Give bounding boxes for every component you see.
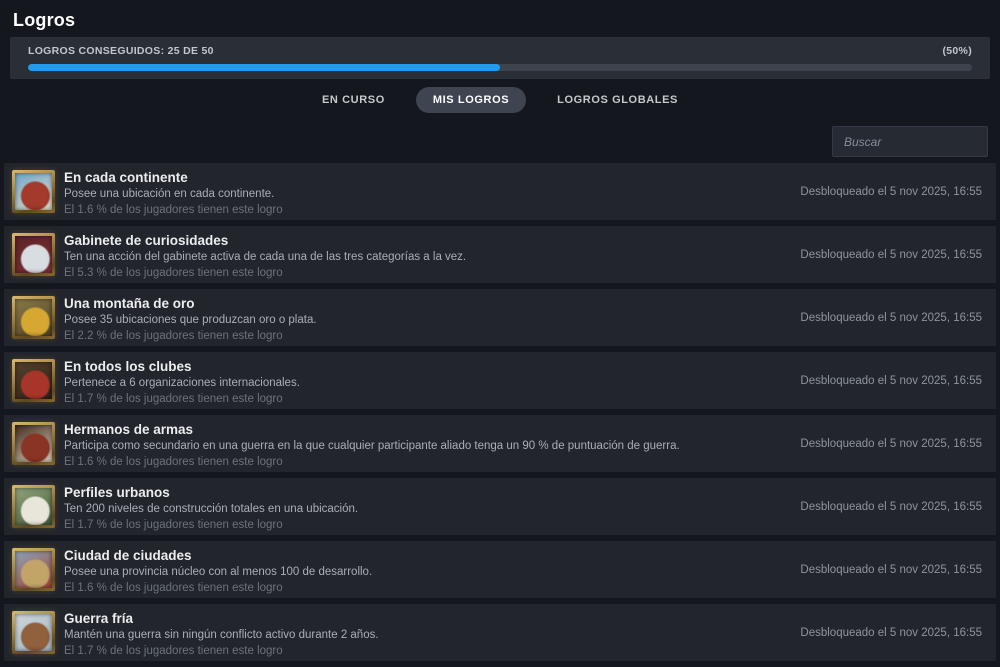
achievement-row[interactable]: Una montaña de oro Posee 35 ubicaciones … [4, 289, 996, 346]
achievements-tab-bar: EN CURSO MIS LOGROS LOGROS GLOBALES [0, 87, 1000, 113]
achievement-icon [12, 296, 55, 339]
achievement-title: En cada continente [64, 170, 188, 185]
achievement-rarity: El 1.7 % de los jugadores tienen este lo… [64, 645, 283, 657]
explorer-ship-icon [15, 173, 52, 210]
winter-bird-icon [15, 614, 52, 651]
achievement-rarity: El 1.7 % de los jugadores tienen este lo… [64, 393, 283, 405]
achievement-icon [12, 233, 55, 276]
achievement-icon [12, 485, 55, 528]
achievement-icon [12, 170, 55, 213]
achievement-icon [12, 548, 55, 591]
achievement-rarity: El 1.6 % de los jugadores tienen este lo… [64, 204, 283, 216]
achievement-unlock-date: Desbloqueado el 5 nov 2025, 16:55 [800, 185, 982, 198]
achievement-row[interactable]: Guerra fría Mantén una guerra sin ningún… [4, 604, 996, 661]
achievement-description: Ten una acción del gabinete activa de ca… [64, 251, 467, 263]
achievement-title: Una montaña de oro [64, 296, 195, 311]
cabinet-dove-icon [15, 236, 52, 273]
achievement-description: Ten 200 niveles de construcción totales … [64, 503, 359, 515]
progress-percent: (50%) [942, 45, 972, 57]
achievement-row[interactable]: Hermanos de armas Participa como secunda… [4, 415, 996, 472]
page-title: Logros [13, 10, 76, 30]
city-scene-icon [15, 551, 52, 588]
gold-pile-icon [15, 299, 52, 336]
achievement-title: En todos los clubes [64, 359, 192, 374]
achievement-row[interactable]: Gabinete de curiosidades Ten una acción … [4, 226, 996, 283]
achievement-unlock-date: Desbloqueado el 5 nov 2025, 16:55 [800, 374, 982, 387]
search-input[interactable] [832, 126, 988, 157]
achievement-rarity: El 1.7 % de los jugadores tienen este lo… [64, 519, 283, 531]
achievement-title: Ciudad de ciudades [64, 548, 192, 563]
achievements-list: En cada continente Posee una ubicación e… [4, 163, 996, 667]
progress-bar-track [28, 64, 972, 71]
achievement-rarity: El 2.2 % de los jugadores tienen este lo… [64, 330, 283, 342]
achievement-unlock-date: Desbloqueado el 5 nov 2025, 16:55 [800, 437, 982, 450]
achievement-description: Pertenece a 6 organizaciones internacion… [64, 377, 300, 389]
progress-label: LOGROS CONSEGUIDOS: 25 DE 50 [28, 45, 214, 57]
achievement-row[interactable]: En cada continente Posee una ubicación e… [4, 163, 996, 220]
achievement-unlock-date: Desbloqueado el 5 nov 2025, 16:55 [800, 563, 982, 576]
achievement-icon [12, 611, 55, 654]
achievement-rarity: El 1.6 % de los jugadores tienen este lo… [64, 582, 283, 594]
achievement-row[interactable]: Perfiles urbanos Ten 200 niveles de cons… [4, 478, 996, 535]
achievement-description: Posee una ubicación en cada continente. [64, 188, 275, 200]
achievement-description: Posee una provincia núcleo con al menos … [64, 566, 373, 578]
achievement-title: Gabinete de curiosidades [64, 233, 229, 248]
tab-mis-logros[interactable]: MIS LOGROS [415, 87, 527, 113]
achievement-rarity: El 1.6 % de los jugadores tienen este lo… [64, 456, 283, 468]
achievement-description: Posee 35 ubicaciones que produzcan oro o… [64, 314, 317, 326]
achievement-unlock-date: Desbloqueado el 5 nov 2025, 16:55 [800, 248, 982, 261]
achievement-description: Participa como secundario en una guerra … [64, 440, 680, 452]
green-emblem-icon [15, 488, 52, 525]
clasped-arms-icon [15, 425, 52, 462]
achievement-unlock-date: Desbloqueado el 5 nov 2025, 16:55 [800, 311, 982, 324]
achievement-unlock-date: Desbloqueado el 5 nov 2025, 16:55 [800, 626, 982, 639]
red-cap-figure-icon [15, 362, 52, 399]
achievements-progress-panel: LOGROS CONSEGUIDOS: 25 DE 50 (50%) [10, 37, 990, 79]
tab-logros-globales[interactable]: LOGROS GLOBALES [540, 87, 695, 113]
achievement-rarity: El 5.3 % de los jugadores tienen este lo… [64, 267, 283, 279]
achievement-title: Hermanos de armas [64, 422, 194, 437]
progress-bar-fill [28, 64, 500, 71]
tab-en-curso[interactable]: EN CURSO [305, 87, 402, 113]
achievement-description: Mantén una guerra sin ningún conflicto a… [64, 629, 379, 641]
achievement-unlock-date: Desbloqueado el 5 nov 2025, 16:55 [800, 500, 982, 513]
achievement-icon [12, 422, 55, 465]
achievement-row[interactable]: Ciudad de ciudades Posee una provincia n… [4, 541, 996, 598]
achievement-row[interactable]: En todos los clubes Pertenece a 6 organi… [4, 352, 996, 409]
achievement-icon [12, 359, 55, 402]
achievement-title: Guerra fría [64, 611, 134, 626]
achievement-title: Perfiles urbanos [64, 485, 170, 500]
